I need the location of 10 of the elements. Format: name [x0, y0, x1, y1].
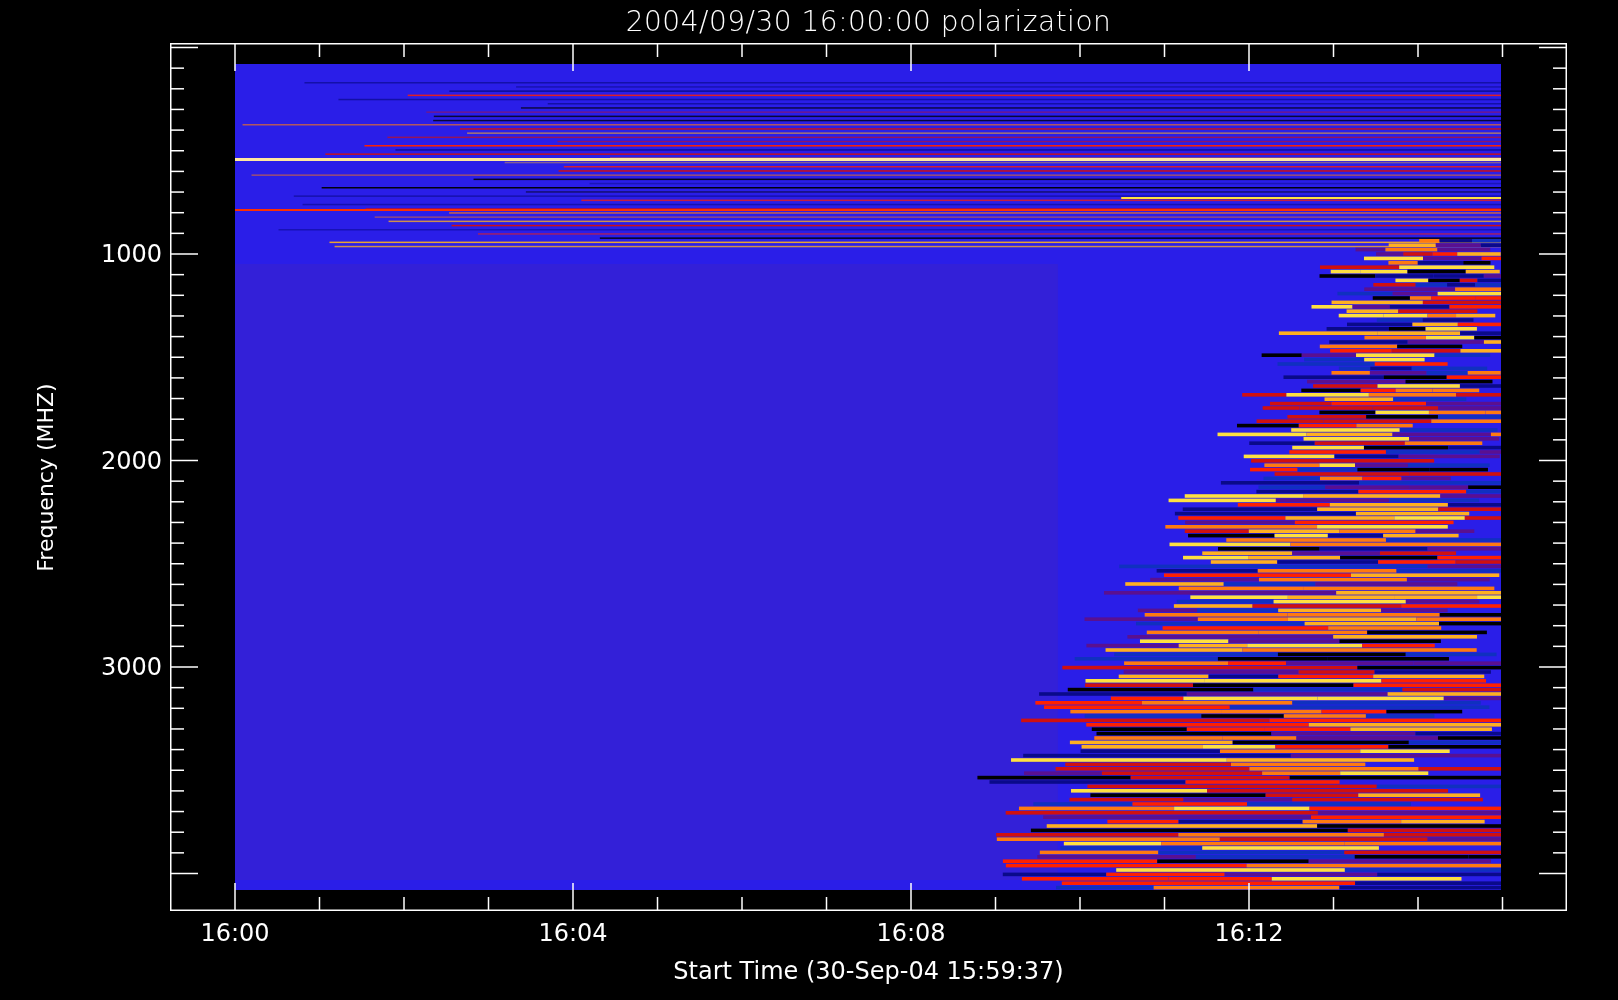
tick-label: 16:00 — [200, 919, 270, 947]
axis-title: Frequency (MHZ) — [32, 382, 58, 572]
axis-title: Start Time (30-Sep-04 15:59:37) — [673, 957, 1064, 985]
tick-label: 2000 — [100, 446, 162, 475]
tick-label: 16:08 — [876, 919, 946, 947]
tick-label: 16:04 — [538, 919, 608, 947]
tick-label: 16:12 — [1214, 919, 1284, 947]
tick-label: 1000 — [100, 240, 162, 268]
tick-label: 3000 — [100, 653, 162, 681]
chart-title: 2004/09/30 16:00:00 polarization — [625, 5, 1112, 38]
